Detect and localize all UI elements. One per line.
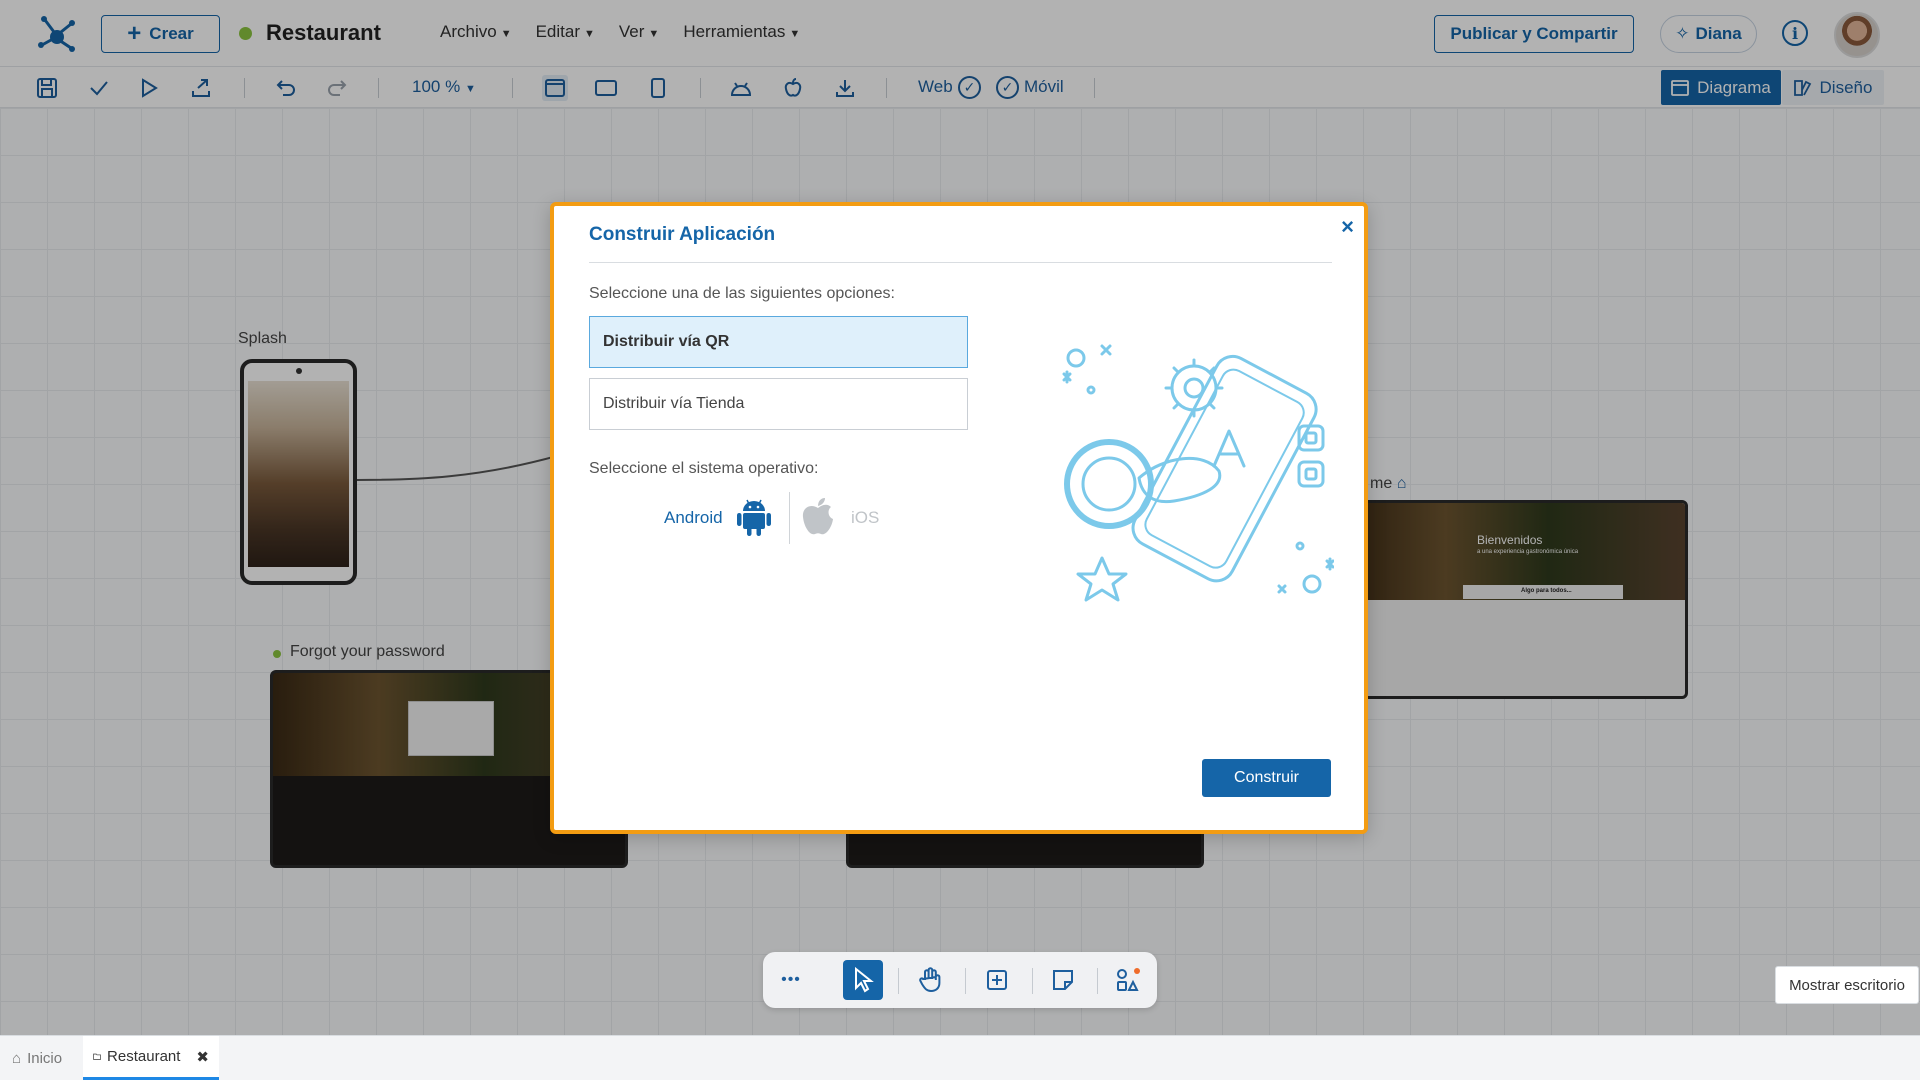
build-button[interactable]: Construir [1202,759,1331,797]
home-icon: ⌂ [12,1050,22,1067]
show-desktop-tooltip[interactable]: Mostrar escritorio [1775,966,1919,1004]
build-app-illustration [1062,344,1334,602]
components-icon[interactable] [1108,960,1148,1000]
close-tab-icon[interactable]: ✖ [196,1048,209,1066]
option-distribute-store[interactable]: Distribuir vía Tienda [589,378,968,430]
options-prompt: Seleccione una de las siguientes opcione… [589,285,895,302]
document-tabs: ⌂ Inicio Restaurant ✖ [0,1035,1920,1080]
add-screen-icon[interactable] [977,960,1017,1000]
ios-option-label[interactable]: iOS [851,508,879,528]
option-distribute-qr[interactable]: Distribuir vía QR [589,316,968,368]
tab-restaurant[interactable]: Restaurant ✖ [83,1036,219,1080]
canvas-tools-toolbar: ••• [763,952,1157,1008]
build-app-dialog: Construir Aplicación × Seleccione una de… [550,202,1368,834]
apple-icon[interactable] [800,497,836,537]
folder-icon [93,1053,101,1060]
close-icon[interactable]: × [1341,214,1354,240]
dialog-title: Construir Aplicación [589,224,776,245]
android-icon[interactable] [737,499,771,537]
hand-pan-tool-icon[interactable] [910,960,950,1000]
dialog-divider [589,262,1332,263]
os-prompt: Seleccione el sistema operativo: [589,460,819,477]
more-options-icon[interactable]: ••• [771,960,811,1000]
pointer-tool-icon[interactable] [843,960,883,1000]
sticky-note-icon[interactable] [1043,960,1083,1000]
os-separator [789,492,790,544]
android-option-label[interactable]: Android [664,508,723,528]
tab-inicio[interactable]: ⌂ Inicio [2,1036,72,1080]
